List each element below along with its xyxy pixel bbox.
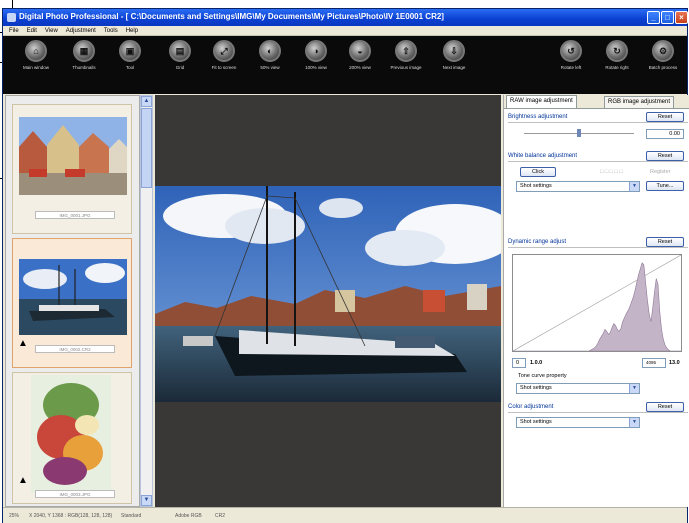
brightness-reset-button[interactable]: Reset [646, 112, 684, 122]
tone-curve-label: Tone curve property [518, 373, 567, 379]
thumbnail-panel: IMG_0001.JPG ▲ IMG_0002.CR2 ▲ IMG_0003.J… [5, 95, 140, 507]
scroll-up-arrow-icon[interactable]: ▲ [141, 96, 152, 107]
thumbnail-item-selected[interactable]: ▲ IMG_0002.CR2 [12, 238, 132, 368]
minimize-button[interactable]: _ [647, 11, 660, 24]
app-icon [7, 13, 16, 22]
grid-icon: ▤ [169, 40, 191, 62]
thumbnail-item[interactable]: ▲ IMG_0003.JPG [12, 372, 132, 504]
toolbar-fit-screen-button[interactable]: ⤢ Fit to screen [207, 40, 241, 70]
color-adjustment-reset-button[interactable]: Reset [646, 402, 684, 412]
thumbnail-caption: IMG_0002.CR2 [35, 345, 115, 353]
chevron-down-icon: ▼ [629, 384, 639, 393]
tab-rgb-adjustment[interactable]: RGB image adjustment [604, 96, 675, 108]
previous-icon: ⇧ [395, 40, 417, 62]
thumbnail-image [19, 117, 127, 195]
toolbar-batch-button[interactable]: ⚙ Batch process [646, 40, 680, 70]
thumbnail-caption: IMG_0001.JPG [35, 211, 115, 219]
palette-tabs: RAW image adjustment RGB image adjustmen… [504, 95, 689, 108]
tab-raw-adjustment[interactable]: RAW image adjustment [506, 95, 577, 108]
dynamic-range-reset-button[interactable]: Reset [646, 237, 684, 247]
maximize-button[interactable]: □ [661, 11, 674, 24]
status-pixel-info: X 2040, Y 1368 : RGB(128, 128, 128) [29, 513, 113, 519]
white-balance-preset-select[interactable]: Shot settings ▼ [516, 181, 640, 192]
chevron-down-icon: ▼ [629, 418, 639, 427]
histogram-area [513, 262, 681, 351]
title-bar[interactable]: Digital Photo Professional - [ C:\Docume… [3, 9, 688, 26]
dynamic-range-high-value: 13.0 [669, 360, 680, 366]
menu-file[interactable]: File [9, 26, 19, 36]
zoom-50-icon: ◐ [259, 40, 281, 62]
scrollbar-thumb[interactable] [141, 108, 152, 188]
white-balance-reset-button[interactable]: Reset [646, 151, 684, 161]
scroll-down-arrow-icon[interactable]: ▼ [141, 495, 152, 506]
thumbnails-icon: ▦ [73, 40, 95, 62]
preview-photo [155, 186, 501, 402]
thumbnail-scrollbar[interactable]: ▲ ▼ [140, 95, 153, 507]
status-quality: Standard [121, 513, 142, 519]
menu-bar: File Edit View Adjustment Tools Help [3, 26, 687, 36]
thumbnail-image [31, 375, 111, 493]
toolbar-tool-button[interactable]: ▣ Tool [113, 40, 147, 70]
status-zoom: 25% [9, 513, 20, 519]
white-balance-tune-button[interactable]: Tune... [646, 181, 684, 191]
white-balance-swatch-strip: □ □ □ □ □ [600, 169, 623, 175]
zoom-200-icon: ◒ [349, 40, 371, 62]
status-bar: 25% X 2040, Y 1368 : RGB(128, 128, 128) … [3, 507, 687, 523]
rotate-left-icon: ↺ [560, 40, 582, 62]
toolbar-grid-button[interactable]: ▤ Grid [163, 40, 197, 70]
menu-tools[interactable]: Tools [104, 26, 118, 36]
toolbar-zoom-200-button[interactable]: ◒ 200% view [343, 40, 377, 70]
toolbar-main-window-button[interactable]: ⌂ Main window [19, 40, 53, 70]
camera-icon: ▲ [18, 475, 28, 486]
application-window: Digital Photo Professional - [ C:\Docume… [2, 8, 689, 523]
white-balance-click-button[interactable]: Click [520, 167, 556, 177]
toolbar-previous-button[interactable]: ⇧ Previous image [389, 40, 423, 70]
menu-adjustment[interactable]: Adjustment [66, 26, 96, 36]
thumbnail-item[interactable]: IMG_0001.JPG [12, 104, 132, 234]
camera-icon: ▲ [18, 338, 28, 349]
zoom-100-icon: ◑ [305, 40, 327, 62]
dynamic-range-low-value: 1.0.0 [530, 360, 543, 366]
tool-palette: RAW image adjustment RGB image adjustmen… [503, 95, 689, 507]
toolbar: ⌂ Main window ▦ Thumbnails ▣ Tool ▤ Grid ⤢ Fi… [3, 36, 687, 94]
next-icon: ⇩ [443, 40, 465, 62]
status-format: CR2 [215, 513, 226, 519]
thumbnail-image [19, 259, 127, 335]
dynamic-range-low-field[interactable]: 0 [512, 358, 526, 368]
color-adjustment-select[interactable]: Shot settings ▼ [516, 417, 640, 428]
brightness-slider-knob[interactable] [577, 129, 581, 137]
histogram[interactable] [512, 254, 682, 352]
tool-icon: ▣ [119, 40, 141, 62]
palette-body: Brightness adjustment Reset 0.00 White b… [504, 108, 689, 507]
white-balance-register-label[interactable]: Register [650, 169, 670, 175]
menu-view[interactable]: View [45, 26, 58, 36]
menu-help[interactable]: Help [126, 26, 138, 36]
home-icon: ⌂ [25, 40, 47, 62]
toolbar-thumbnails-button[interactable]: ▦ Thumbnails [67, 40, 101, 70]
dynamic-range-high-field[interactable]: 4095 [642, 358, 666, 368]
brightness-value-field[interactable]: 0.00 [646, 129, 684, 139]
image-preview[interactable] [155, 95, 501, 507]
toolbar-next-button[interactable]: ⇩ Next image [437, 40, 471, 70]
rotate-right-icon: ↻ [606, 40, 628, 62]
batch-icon: ⚙ [652, 40, 674, 62]
thumbnail-caption: IMG_0003.JPG [35, 490, 115, 498]
tone-curve-select[interactable]: Shot settings ▼ [516, 383, 640, 394]
menu-edit[interactable]: Edit [27, 26, 37, 36]
toolbar-rotate-right-button[interactable]: ↻ Rotate right [600, 40, 634, 70]
toolbar-zoom-100-button[interactable]: ◑ 100% view [299, 40, 333, 70]
close-button[interactable]: × [675, 11, 688, 24]
fit-screen-icon: ⤢ [213, 40, 235, 62]
window-title: Digital Photo Professional - [ C:\Docume… [19, 12, 444, 21]
chevron-down-icon: ▼ [629, 182, 639, 191]
toolbar-rotate-left-button[interactable]: ↺ Rotate left [554, 40, 588, 70]
toolbar-zoom-50-button[interactable]: ◐ 50% view [253, 40, 287, 70]
status-color-space: Adobe RGB [175, 513, 202, 519]
